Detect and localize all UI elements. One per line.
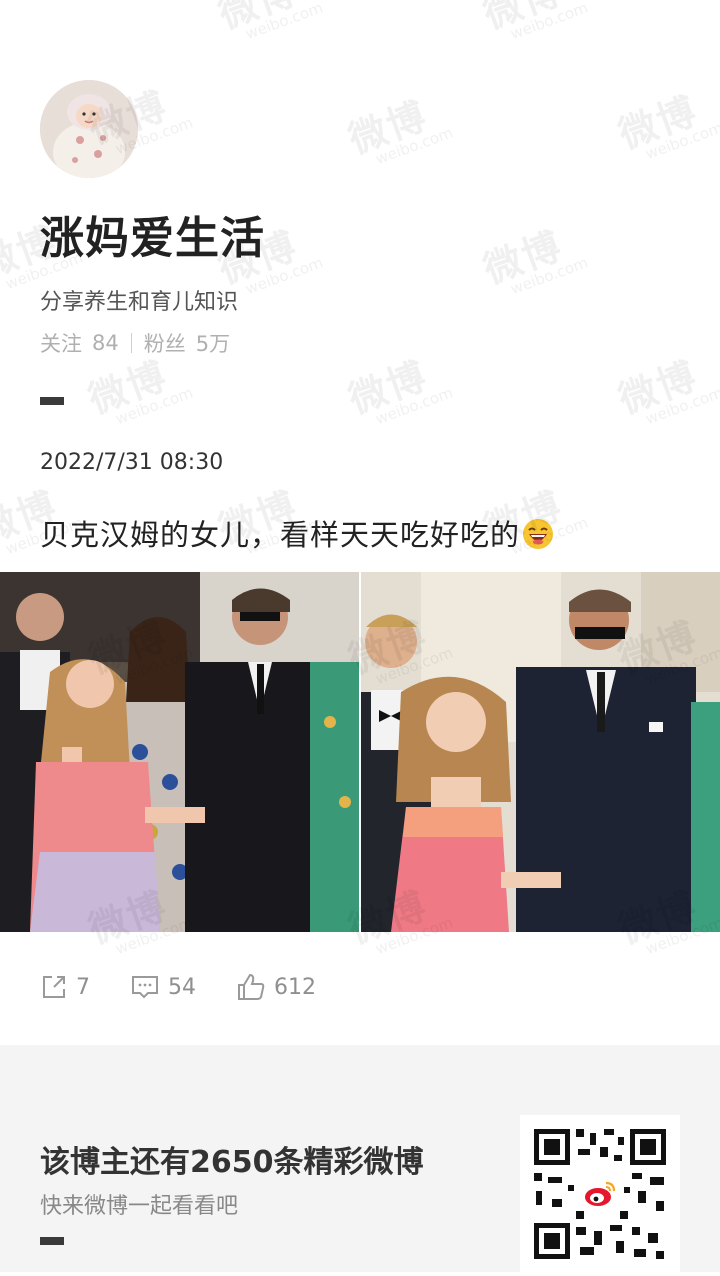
promo-divider <box>40 1237 64 1245</box>
followers-count[interactable]: 5万 <box>196 328 230 358</box>
avatar[interactable] <box>40 80 138 178</box>
repost-icon <box>43 976 65 998</box>
action-bar: 7 54 612 <box>40 972 356 1002</box>
comment-icon <box>132 976 158 999</box>
post-text: 贝克汉姆的女儿，看样天天吃好吃的 <box>40 512 554 554</box>
watermark: 微博weibo.com <box>477 223 591 299</box>
comment-button[interactable]: 54 <box>130 973 196 1001</box>
comment-count: 54 <box>168 974 196 1000</box>
promo-panel: 该博主还有2650条精彩微博 快来微博一起看看吧 <box>0 1045 720 1272</box>
post-images <box>0 572 720 932</box>
qr-code[interactable] <box>520 1115 680 1272</box>
like-count: 612 <box>274 974 316 1000</box>
laughing-face-emoji-icon <box>523 519 554 549</box>
promo-subtitle: 快来微博一起看看吧 <box>40 1194 239 1219</box>
promo-title: 该博主还有2650条精彩微博 <box>40 1145 424 1180</box>
stats-divider <box>130 333 132 353</box>
like-button[interactable]: 612 <box>236 972 316 1002</box>
repost-button[interactable]: 7 <box>40 973 90 1001</box>
section-divider <box>40 397 64 405</box>
profile-nickname[interactable]: 涨妈爱生活 <box>40 202 265 266</box>
post-image-right[interactable] <box>361 572 720 932</box>
watermark: 微博weibo.com <box>612 353 720 429</box>
watermark: 微博weibo.com <box>477 0 591 44</box>
photo-left <box>0 572 359 932</box>
following-count[interactable]: 84 <box>92 331 119 355</box>
profile-stats: 关注 84 粉丝 5万 <box>40 328 230 358</box>
avatar-image <box>40 80 138 178</box>
watermark: 微博weibo.com <box>342 353 456 429</box>
post-date: 2022/7/31 08:30 <box>40 450 224 475</box>
repost-count: 7 <box>76 974 90 1000</box>
profile-bio: 分享养生和育儿知识 <box>40 290 239 315</box>
post-text-content: 贝克汉姆的女儿，看样天天吃好吃的 <box>40 518 521 552</box>
watermark: 微博weibo.com <box>612 88 720 164</box>
post-image-left[interactable] <box>0 572 359 932</box>
watermark: 微博weibo.com <box>212 0 326 44</box>
followers-label[interactable]: 粉丝 <box>144 328 186 358</box>
following-label[interactable]: 关注 <box>40 328 82 358</box>
watermark: 微博weibo.com <box>82 353 196 429</box>
qr-code-icon <box>520 1115 680 1272</box>
watermark: 微博weibo.com <box>342 93 456 169</box>
like-icon <box>238 973 265 1000</box>
photo-right <box>361 572 720 932</box>
